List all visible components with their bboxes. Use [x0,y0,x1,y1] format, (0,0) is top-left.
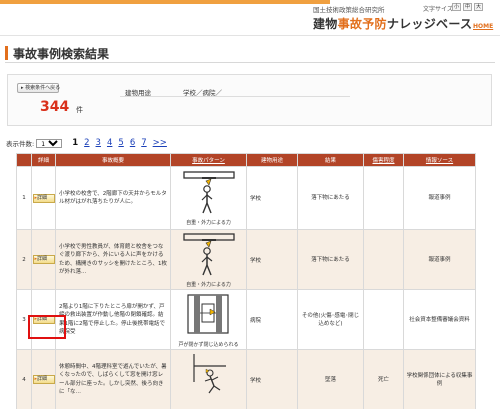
home-link[interactable]: HOME [473,23,493,30]
page-link-4[interactable]: 4 [107,138,112,148]
row-number: 2 [16,229,32,290]
row-severity [363,229,404,290]
site-title[interactable]: 建物事故予防ナレッジベース [313,15,472,32]
trapped-door-pattern-icon: 戸が閉かず閉じ込められる [176,292,242,348]
condition-underline [120,96,350,97]
row-source: 報道事例 [403,229,476,290]
page-link-6[interactable]: 6 [130,138,135,148]
page-link-next[interactable]: >> [153,138,167,148]
result-count: 344 [40,99,70,115]
detail-button[interactable]: ▸詳細 [32,193,55,203]
heading-accent [5,46,8,60]
page-link-7[interactable]: 7 [141,138,146,148]
row-result: その他(火傷･感電･閉じ込めなど) [297,289,364,350]
falling-object-pattern-icon: 自重・外力による力 [176,232,242,288]
pattern-caption: 自重・外力による力 [186,220,231,226]
back-arrow-icon: ▸ [21,85,24,91]
search-conditions-panel: ▸ 検索条件へ戻る 344 件 建物用途 学校／病院／ [7,74,492,126]
detail-button[interactable]: ▸詳細 [32,255,55,264]
pattern-caption: 自重・外力による力 [186,281,231,288]
row-result: 落下物にあたる [297,229,364,290]
row-summary: 小学校で男性教員が、体育館と校舎をつなぐ渡り廊下から、外にいる人に声をかけるため… [55,229,171,290]
row-use: 学校 [246,349,298,409]
row-number: 1 [16,166,32,230]
page-title: 事故事例検索結果 [13,47,110,61]
row-use: 病院 [246,289,298,350]
fall-from-height-pattern-icon [176,352,242,408]
org-name: 国土技術政策総合研究所 [313,6,385,14]
highlight-annotation [28,315,66,339]
row-source: 報道事例 [403,166,476,230]
header-pattern[interactable]: 事故パターン [170,153,247,167]
page-link-2[interactable]: 2 [84,138,89,148]
header-severity[interactable]: 傷害程度 [363,153,404,167]
page-heading: 事故事例検索結果 [5,44,495,64]
result-count-unit: 件 [76,106,83,114]
brand-block: 国土技術政策総合研究所 文字サイズ 小 中 大 建物事故予防ナレッジベース HO… [307,1,497,35]
header-use: 建物用途 [246,153,298,167]
header-detail: 詳細 [31,153,56,167]
font-size-large-button[interactable]: 大 [474,3,483,11]
font-size-medium-button[interactable]: 中 [463,3,472,11]
heading-divider [5,62,495,63]
detail-button[interactable]: ▸詳細 [32,375,55,384]
row-summary: 小学校の校舎で、2階廊下の天井からモルタル材がはがれ落ちたりが人に。 [55,166,171,230]
row-summary: 2階より1階に下りたところ扉が開かず、戸締の救出装置が作動し他階の閉鎖確認。結果… [55,289,171,350]
row-severity [363,289,404,350]
site-header: 国土技術政策総合研究所 文字サイズ 小 中 大 建物事故予防ナレッジベース HO… [0,0,500,36]
page-link-3[interactable]: 3 [96,138,101,148]
row-severity: 死亡 [363,349,404,409]
page-link-5[interactable]: 5 [118,138,123,148]
table-header-row: 詳細 事故概要 事故パターン 建物用途 結果 傷害程度 情報ソース [16,153,476,167]
row-number: 4 [16,349,32,409]
row-use: 学校 [246,166,298,230]
row-result: 落下物にあたる [297,166,364,230]
font-size-label: 文字サイズ [423,6,453,13]
header-accent-bar [0,0,330,4]
row-summary: 休憩時間中、4階理科室で遊んでいたが、暑くなったので、しばらくして窓を開け窓レー… [55,349,171,409]
per-page-label: 表示件数: [6,140,35,148]
header-result: 結果 [297,153,364,167]
results-table: 詳細 事故概要 事故パターン 建物用途 結果 傷害程度 情報ソース 1 ▸詳細 … [16,153,476,409]
row-source: 社会資本整備審議会資料 [403,289,476,350]
table-row: 2 ▸詳細 小学校で男性教員が、体育館と校舎をつなぐ渡り廊下から、外にいる人に声… [16,229,476,290]
table-row: 1 ▸詳細 小学校の校舎で、2階廊下の天井からモルタル材がはがれ落ちたりが人に。 [16,166,476,230]
row-use: 学校 [246,229,298,290]
pattern-caption: 戸が閉かず閉じ込められる [178,341,239,348]
falling-object-pattern-icon: 自重・外力による力 [176,170,242,226]
pagination-bar: 表示件数: 10件 1 2 3 4 5 6 7 >> [6,136,173,150]
row-severity [363,166,404,230]
page-current: 1 [72,138,79,148]
header-num [16,153,32,167]
row-source: 学校関係団体による収集事例 [403,349,476,409]
header-source[interactable]: 情報ソース [403,153,476,167]
row-result: 墜落 [297,349,364,409]
table-row: 4 ▸詳細 休憩時間中、4階理科室で遊んでいたが、暑くなったので、しばらくして窓… [16,349,476,409]
font-size-buttons: 小 中 大 [452,3,483,11]
font-size-small-button[interactable]: 小 [452,3,461,11]
per-page-select[interactable]: 10件 [36,138,63,148]
table-row: 3 ▸詳細 2階より1階に下りたところ扉が開かず、戸締の救出装置が作動し他階の閉… [16,289,476,350]
back-to-search-button[interactable]: ▸ 検索条件へ戻る [17,83,60,93]
header-summary: 事故概要 [55,153,171,167]
